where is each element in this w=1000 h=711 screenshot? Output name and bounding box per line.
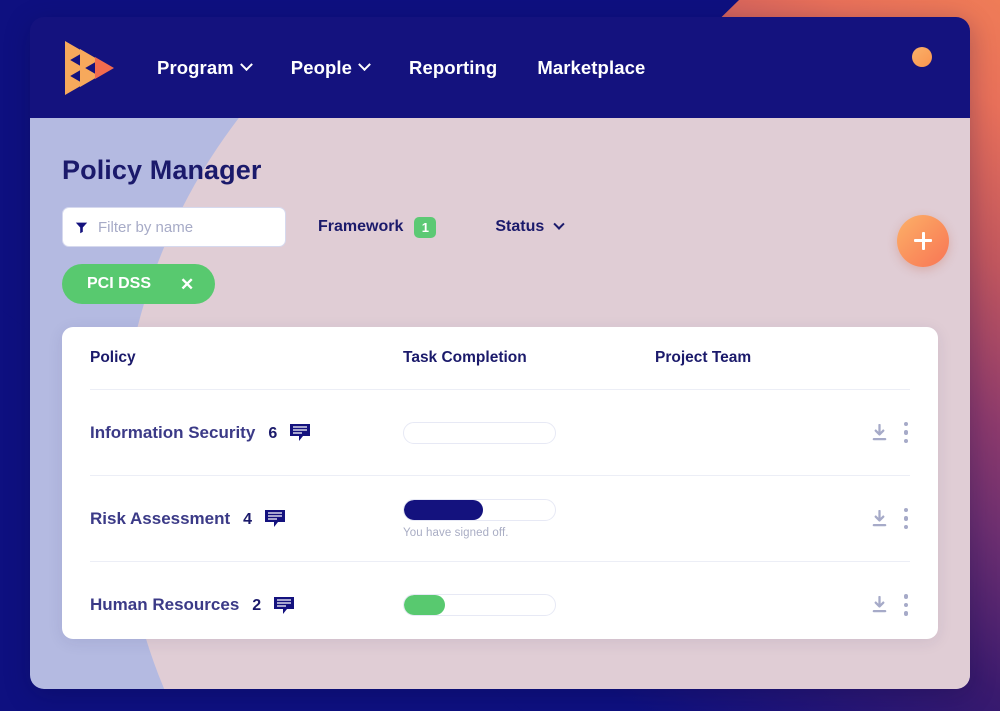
column-header-project-team: Project Team [655, 349, 752, 366]
app-body: Policy Manager Framework 1 Status [30, 118, 970, 689]
chevron-down-icon [239, 58, 253, 72]
policies-table-card: Policy Task Completion Project Team Info… [62, 327, 938, 639]
comment-icon[interactable] [274, 596, 295, 614]
funnel-icon [75, 222, 88, 233]
policy-cell: Risk Assessment 4 [90, 509, 403, 529]
nav-item-reporting[interactable]: Reporting [409, 57, 497, 79]
progress-bar-fill [404, 499, 483, 520]
nav-item-program[interactable]: Program [157, 56, 253, 79]
status-filter-label: Status [495, 218, 545, 235]
body-content: Policy Manager Framework 1 Status [30, 155, 970, 639]
comment-count: 6 [268, 424, 278, 442]
signoff-note: You have signed off. [403, 526, 509, 539]
search-input[interactable] [98, 218, 273, 236]
nav-item-people[interactable]: People [290, 56, 371, 79]
add-policy-button[interactable] [897, 215, 949, 267]
comment-count: 4 [243, 510, 253, 528]
row-actions [871, 506, 911, 532]
comment-icon[interactable] [265, 510, 286, 527]
policy-name[interactable]: Information Security [90, 423, 255, 443]
progress-bar-fill [404, 595, 445, 615]
filter-chip-pci-dss[interactable]: PCI DSS ✕ [62, 264, 216, 304]
more-options-icon[interactable] [902, 420, 911, 446]
row-actions [871, 592, 911, 618]
framework-filter-label: Framework [318, 218, 404, 235]
comment-count: 2 [252, 597, 262, 614]
nav-item-reporting-label: Reporting [409, 56, 498, 78]
progress-bar [403, 594, 556, 616]
active-filter-chips: PCI DSS ✕ [62, 264, 938, 304]
filter-toolbar: Framework 1 Status [62, 207, 938, 247]
table-row[interactable]: Risk Assessment 4 You have signed off. [90, 476, 910, 562]
app-window: Program People Reporting Marketplace Pol… [30, 17, 970, 689]
top-navigation-bar: Program People Reporting Marketplace [30, 17, 970, 118]
comment-icon[interactable] [290, 424, 311, 441]
filter-chip-label: PCI DSS [87, 275, 152, 292]
download-icon[interactable] [871, 509, 888, 528]
nav-item-program-label: Program [157, 56, 234, 78]
policy-cell: Human Resources 2 [90, 595, 403, 615]
framework-filter-count-badge: 1 [414, 216, 437, 238]
task-completion-cell [403, 594, 655, 616]
nav-item-marketplace-label: Marketplace [537, 56, 646, 78]
framework-filter[interactable]: Framework 1 [318, 216, 437, 238]
filter-by-name-field[interactable] [62, 207, 286, 247]
table-row[interactable]: Information Security 6 [90, 390, 910, 476]
more-options-icon[interactable] [902, 506, 911, 532]
bitsight-logo-icon[interactable] [63, 40, 119, 96]
chevron-down-icon [553, 218, 565, 230]
nav-item-marketplace[interactable]: Marketplace [537, 57, 645, 79]
progress-bar [403, 421, 556, 444]
policy-name[interactable]: Risk Assessment [90, 509, 230, 529]
task-completion-cell: You have signed off. [403, 498, 655, 539]
column-header-task-completion: Task Completion [403, 349, 527, 366]
row-actions [871, 420, 911, 446]
more-options-icon[interactable] [902, 592, 911, 618]
nav-links: Program People Reporting Marketplace [157, 57, 645, 79]
download-icon[interactable] [871, 596, 888, 614]
task-completion-cell [403, 421, 655, 444]
policy-cell: Information Security 6 [90, 423, 403, 443]
page-title: Policy Manager [62, 155, 262, 185]
page-root: Program People Reporting Marketplace Pol… [0, 0, 1000, 711]
table-row[interactable]: Human Resources 2 [90, 562, 910, 639]
column-header-policy: Policy [90, 349, 136, 366]
nav-item-people-label: People [290, 56, 353, 78]
close-icon[interactable]: ✕ [180, 276, 194, 293]
policy-name[interactable]: Human Resources [90, 595, 239, 615]
table-header-row: Policy Task Completion Project Team [90, 327, 910, 390]
download-icon[interactable] [871, 423, 888, 442]
user-avatar[interactable] [912, 47, 932, 67]
progress-bar [403, 498, 556, 521]
status-filter[interactable]: Status [495, 218, 565, 236]
chevron-down-icon [358, 58, 371, 72]
plus-icon [913, 231, 933, 251]
